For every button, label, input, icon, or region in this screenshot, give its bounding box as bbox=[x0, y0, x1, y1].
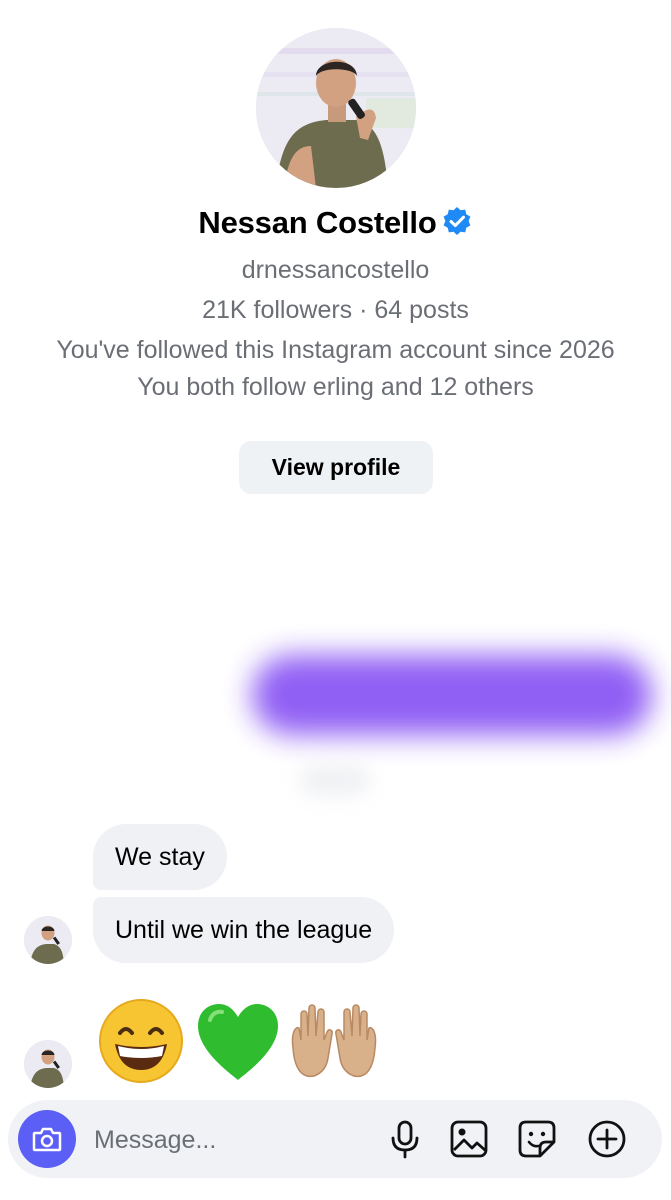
sender-avatar[interactable] bbox=[24, 916, 72, 964]
verified-badge-icon bbox=[441, 206, 473, 246]
camera-icon bbox=[32, 1127, 62, 1152]
profile-name-row: Nessan Costello bbox=[0, 205, 671, 246]
received-message-bubble[interactable]: We stay bbox=[93, 824, 227, 890]
gallery-icon[interactable] bbox=[448, 1118, 490, 1160]
camera-button[interactable] bbox=[18, 1110, 76, 1168]
received-message-bubble[interactable]: Until we win the league bbox=[93, 897, 395, 963]
blurred-sent-message[interactable] bbox=[252, 655, 652, 735]
profile-name: Nessan Costello bbox=[198, 205, 437, 240]
sender-avatar[interactable] bbox=[24, 1040, 72, 1088]
add-icon[interactable] bbox=[586, 1118, 628, 1160]
green-heart-emoji-icon[interactable] bbox=[194, 998, 282, 1084]
view-profile-button[interactable]: View profile bbox=[239, 441, 433, 494]
message-input[interactable] bbox=[92, 1116, 366, 1164]
grinning-face-emoji-icon[interactable] bbox=[98, 998, 184, 1084]
palms-up-emoji-icon[interactable] bbox=[287, 998, 381, 1084]
profile-avatar[interactable] bbox=[256, 28, 416, 188]
profile-username: drnessancostello bbox=[241, 256, 430, 284]
sticker-icon[interactable] bbox=[516, 1118, 558, 1160]
blurred-reaction bbox=[300, 765, 370, 795]
microphone-icon[interactable] bbox=[384, 1118, 426, 1160]
message-composer bbox=[8, 1100, 662, 1178]
followed-since-text: You've followed this Instagram account s… bbox=[56, 336, 615, 364]
mutual-followers-text: You both follow erling and 12 others bbox=[137, 373, 534, 401]
profile-stats: 21K followers · 64 posts bbox=[202, 296, 469, 324]
